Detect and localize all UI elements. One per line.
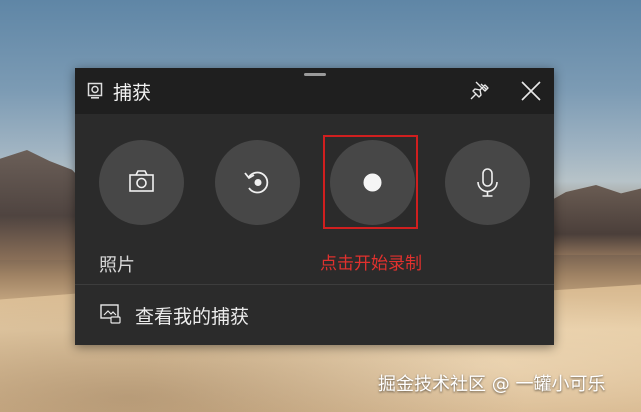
camera-icon bbox=[129, 170, 154, 192]
pin-icon[interactable] bbox=[467, 79, 491, 103]
screenshot-button[interactable] bbox=[99, 140, 184, 225]
gallery-icon bbox=[100, 304, 121, 324]
microphone-button[interactable] bbox=[445, 140, 530, 225]
microphone-icon bbox=[477, 168, 498, 197]
background-mountain-right bbox=[541, 185, 641, 255]
close-icon[interactable] bbox=[517, 77, 545, 105]
view-captures-label: 查看我的捕获 bbox=[135, 306, 250, 328]
record-last-button[interactable] bbox=[215, 140, 300, 225]
record-hint-label: 点击开始录制 bbox=[320, 254, 422, 274]
record-last-icon bbox=[244, 171, 269, 194]
capture-widget-icon bbox=[87, 82, 103, 99]
watermark: 掘金技术社区 @ 一罐小可乐 bbox=[378, 374, 606, 395]
drag-grip[interactable] bbox=[304, 73, 326, 76]
view-captures-link[interactable]: 查看我的捕获 bbox=[75, 285, 554, 345]
record-highlight-box bbox=[323, 135, 418, 229]
capture-widget: 捕获 照片 点击开始录制 查看我的捕获 bbox=[75, 68, 554, 345]
widget-title: 捕获 bbox=[113, 82, 152, 104]
photo-label: 照片 bbox=[99, 255, 135, 276]
